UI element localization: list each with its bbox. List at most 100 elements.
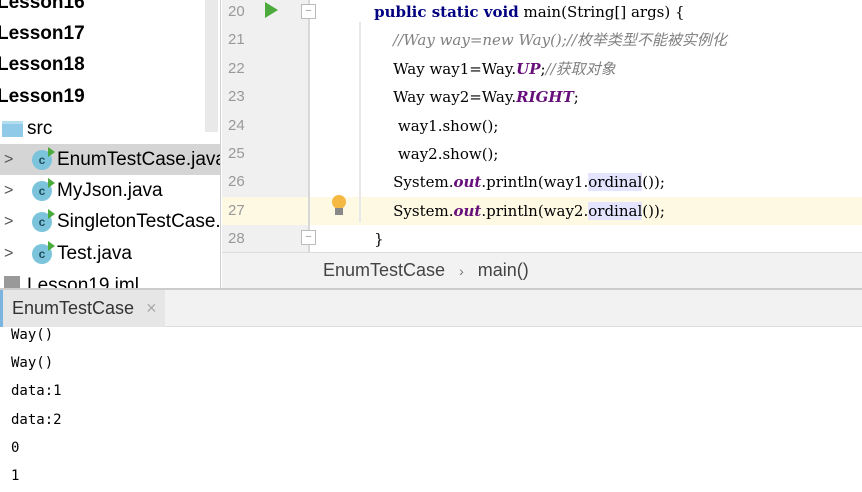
console-line: Way()	[11, 355, 54, 371]
line-number: 25	[228, 145, 245, 162]
folder-icon	[2, 121, 23, 137]
tree-item-label: src	[27, 117, 53, 139]
tree-item-src[interactable]: src	[0, 113, 220, 144]
breadcrumb: EnumTestCase › main()	[222, 252, 862, 288]
line-number: 28	[228, 230, 245, 248]
close-icon[interactable]: ×	[146, 298, 157, 319]
code-line[interactable]: 23 Way way2=Way.RIGHT;	[222, 83, 862, 111]
breadcrumb-separator-icon: ›	[459, 262, 464, 279]
run-tab-label: EnumTestCase	[12, 298, 135, 318]
code-token: way1.show();	[355, 116, 499, 135]
code-text: Way way1=Way.UP;//获取对象	[355, 55, 616, 83]
tree-item-label: Lesson19.iml	[27, 274, 139, 289]
code-token: ());	[642, 173, 665, 192]
line-number: 20	[228, 3, 245, 20]
code-token: //Way way=new Way();//枚举类型不能被实例化	[393, 31, 727, 50]
code-token: ;	[573, 88, 579, 107]
indent-guide	[359, 22, 361, 222]
tree-item-label: Lesson17	[0, 22, 85, 44]
line-number: 26	[228, 173, 245, 191]
chevron-right-icon[interactable]: >	[4, 182, 13, 200]
code-line[interactable]: 21 //Way way=new Way();//枚举类型不能被实例化	[222, 26, 862, 54]
run-gutter-icon[interactable]	[265, 2, 278, 18]
tree-item-label: Lesson18	[0, 53, 85, 75]
code-token: ());	[642, 201, 665, 220]
code-text: //Way way=new Way();//枚举类型不能被实例化	[355, 26, 727, 54]
code-token: ordinal	[588, 201, 643, 220]
code-token: }	[355, 230, 384, 249]
fold-collapse-icon[interactable]: −	[301, 230, 316, 245]
run-panel-header: EnumTestCase ×	[0, 288, 862, 327]
code-token: System.	[355, 201, 454, 220]
breadcrumb-class[interactable]: EnumTestCase	[323, 260, 445, 281]
line-number: 23	[228, 88, 245, 106]
tree-item-file[interactable]: > c MyJson.java	[0, 175, 220, 206]
sidebar-scrollbar[interactable]	[205, 0, 218, 132]
tree-item-lesson17[interactable]: Lesson17	[0, 18, 218, 49]
code-line[interactable]: 20 public static void main(String[] args…	[222, 0, 862, 26]
tree-item-file[interactable]: > c EnumTestCase.java	[0, 144, 221, 175]
tree-item-file[interactable]: > c Test.java	[0, 238, 220, 269]
code-token: out	[453, 173, 482, 192]
java-class-icon: c	[32, 146, 55, 170]
code-text: public static void main(String[] args) {	[355, 0, 685, 26]
tree-item-label: SingletonTestCase.java	[57, 210, 221, 232]
code-token: .println(way2.	[481, 201, 589, 220]
code-text: way1.show();	[355, 112, 499, 140]
code-text: System.out.println(way2.ordinal());	[355, 197, 665, 225]
line-number: 21	[228, 31, 245, 49]
code-token: way2.show();	[355, 145, 499, 163]
code-line[interactable]: 28 }	[222, 225, 862, 252]
code-token: //获取对象	[545, 59, 616, 78]
line-number: 24	[228, 116, 245, 134]
tree-item-label: MyJson.java	[57, 179, 163, 201]
module-file-icon	[4, 276, 20, 288]
tree-item-label: EnumTestCase.java	[57, 148, 221, 170]
code-text: way2.show();	[355, 140, 499, 168]
run-tab[interactable]: EnumTestCase ×	[0, 290, 165, 327]
tree-item-label: Lesson16	[0, 0, 85, 13]
code-token: main(String[] args) {	[518, 3, 685, 21]
java-class-icon: c	[32, 177, 55, 201]
code-line[interactable]: 24 way1.show();	[222, 112, 862, 140]
java-class-icon: c	[32, 208, 55, 232]
java-class-icon: c	[32, 240, 55, 264]
tree-item-iml[interactable]: Lesson19.iml	[0, 270, 220, 289]
code-token: Way way1=Way.	[355, 59, 517, 78]
breadcrumb-method[interactable]: main()	[478, 260, 529, 281]
code-line[interactable]: 22 Way way1=Way.UP;//获取对象	[222, 55, 862, 83]
code-token: public static void	[374, 3, 519, 21]
tree-item-label: Test.java	[57, 242, 132, 264]
tree-item-lesson18[interactable]: Lesson18	[0, 49, 218, 80]
console-output: Way() Way() data:1 data:2 0 1	[0, 327, 862, 492]
intention-bulb-icon[interactable]	[332, 195, 346, 215]
project-tree: Lesson16 Lesson17 Lesson18 Lesson19 src …	[0, 0, 221, 288]
line-number: 27	[228, 201, 245, 219]
code-line[interactable]: 27 System.out.println(way2.ordinal());	[222, 196, 862, 225]
code-token: System.	[355, 173, 454, 192]
fold-collapse-icon[interactable]: −	[301, 4, 316, 19]
code-token: UP	[516, 59, 541, 78]
console-line: data:1	[11, 383, 62, 399]
tree-item-lesson16[interactable]: Lesson16	[0, 0, 218, 18]
console-line: 0	[11, 440, 20, 456]
console-line: data:2	[11, 412, 62, 428]
code-token: .println(way1.	[481, 173, 589, 192]
tree-item-file[interactable]: > c SingletonTestCase.java	[0, 206, 221, 237]
tree-item-lesson19[interactable]: Lesson19	[0, 81, 218, 112]
fold-line	[308, 0, 310, 252]
console-line: Way()	[11, 327, 54, 343]
code-line[interactable]: 26 System.out.println(way1.ordinal());	[222, 168, 862, 196]
code-token: out	[453, 201, 482, 220]
line-number: 22	[228, 59, 245, 77]
chevron-right-icon[interactable]: >	[4, 151, 13, 169]
code-token: ordinal	[588, 173, 643, 192]
console-line: 1	[11, 468, 20, 484]
chevron-right-icon[interactable]: >	[4, 213, 13, 231]
code-editor[interactable]: 20 public static void main(String[] args…	[222, 0, 862, 252]
code-line[interactable]: 25 way2.show();	[222, 140, 862, 168]
code-text: System.out.println(way1.ordinal());	[355, 168, 665, 196]
code-token: Way way2=Way.	[355, 88, 517, 107]
chevron-right-icon[interactable]: >	[4, 245, 13, 263]
